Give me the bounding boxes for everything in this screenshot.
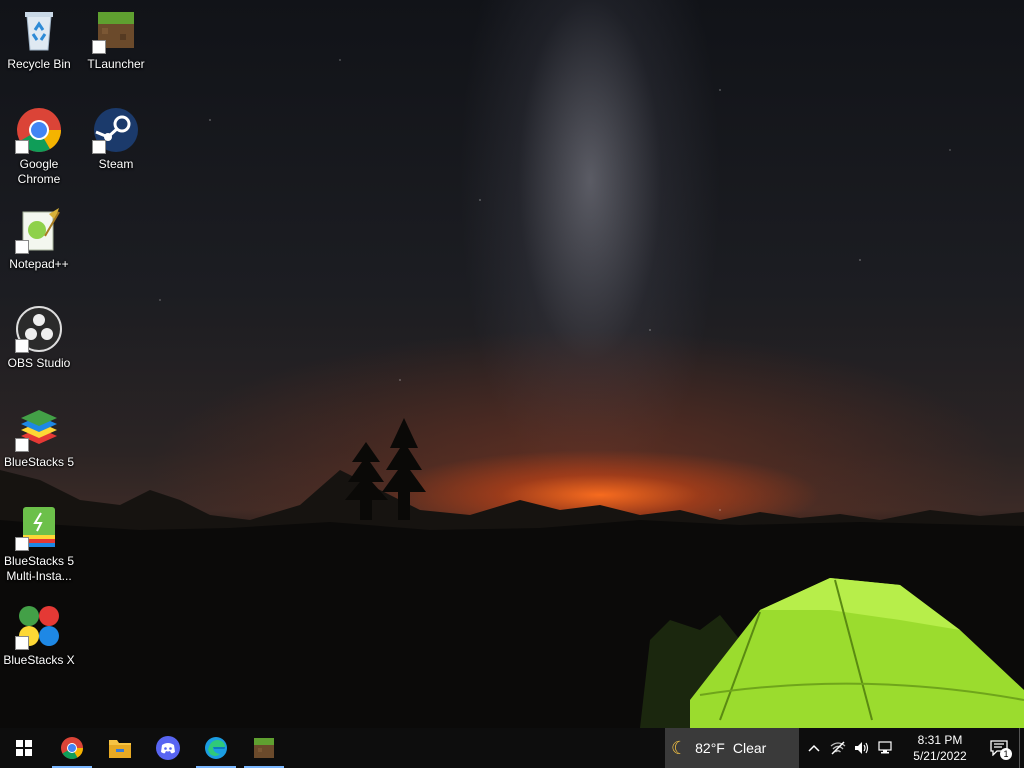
desktop-icon-bluestacks-multi-instance[interactable]: BlueStacks 5 Multi-Insta...: [1, 497, 77, 589]
notification-count-badge: 1: [1000, 748, 1012, 760]
clock-date: 5/21/2022: [913, 749, 967, 763]
taskbar-file-explorer-button[interactable]: [96, 728, 144, 768]
desktop-icon-bluestacks-x[interactable]: BlueStacks X: [1, 596, 77, 688]
bluestacks5-icon: [15, 404, 63, 452]
shortcut-arrow-icon: [92, 140, 106, 154]
chrome-icon: [15, 106, 63, 154]
notepadpp-icon: [15, 206, 63, 254]
weather-temperature: 82°F: [695, 740, 725, 756]
network-off-icon[interactable]: [829, 739, 847, 757]
shortcut-arrow-icon: [15, 636, 29, 650]
desktop-icon-notepadpp[interactable]: Notepad++: [1, 200, 77, 292]
desktop-icon-obs-studio[interactable]: OBS Studio: [1, 299, 77, 391]
desktop-icon-recycle-bin[interactable]: Recycle Bin: [1, 0, 77, 92]
start-button[interactable]: [0, 728, 48, 768]
shortcut-arrow-icon: [15, 438, 29, 452]
chevron-up-icon[interactable]: [805, 739, 823, 757]
taskbar-discord-button[interactable]: [144, 728, 192, 768]
taskbar-tlauncher-button[interactable]: [240, 728, 288, 768]
clock-time: 8:31 PM: [917, 733, 963, 747]
discord-icon: [156, 736, 180, 760]
shortcut-arrow-icon: [15, 339, 29, 353]
desktop-icon-steam[interactable]: Steam: [78, 100, 154, 192]
system-tray: [799, 728, 901, 768]
bluestacks-multi-icon: [15, 503, 63, 551]
windows-logo-icon: [16, 740, 32, 756]
ethernet-icon[interactable]: [877, 739, 895, 757]
steam-icon: [92, 106, 140, 154]
volume-icon[interactable]: [853, 739, 871, 757]
edge-icon: [205, 737, 227, 759]
desktop-icon-bluestacks-5[interactable]: BlueStacks 5: [1, 398, 77, 490]
show-desktop-button[interactable]: [1019, 728, 1024, 768]
desktop-icon-tlauncher[interactable]: TLauncher: [78, 0, 154, 92]
weather-widget[interactable]: ☾ 82°F Clear: [665, 728, 799, 768]
tlauncher-icon: [92, 6, 140, 54]
moon-icon: ☾: [671, 737, 688, 758]
taskbar: ☾ 82°F Clear 8:31 PM 5/21/2022 1: [0, 728, 1024, 768]
taskbar-edge-button[interactable]: [192, 728, 240, 768]
shortcut-arrow-icon: [15, 140, 29, 154]
shortcut-arrow-icon: [92, 40, 106, 54]
shortcut-arrow-icon: [15, 537, 29, 551]
weather-condition: Clear: [732, 740, 767, 756]
obs-icon: [15, 305, 63, 353]
bluestacks-x-icon: [15, 602, 63, 650]
shortcut-arrow-icon: [15, 240, 29, 254]
chrome-icon: [61, 737, 83, 759]
clock[interactable]: 8:31 PM 5/21/2022: [901, 728, 979, 768]
desktop-icon-google-chrome[interactable]: Google Chrome: [1, 100, 77, 192]
action-center-button[interactable]: 1: [979, 728, 1019, 768]
desktop-background: Recycle Bin TLauncher Google Chrome Stea…: [0, 0, 1024, 728]
recycle-bin-icon: [15, 6, 63, 54]
taskbar-chrome-button[interactable]: [48, 728, 96, 768]
folder-icon: [109, 740, 131, 758]
tlauncher-icon: [254, 738, 274, 758]
